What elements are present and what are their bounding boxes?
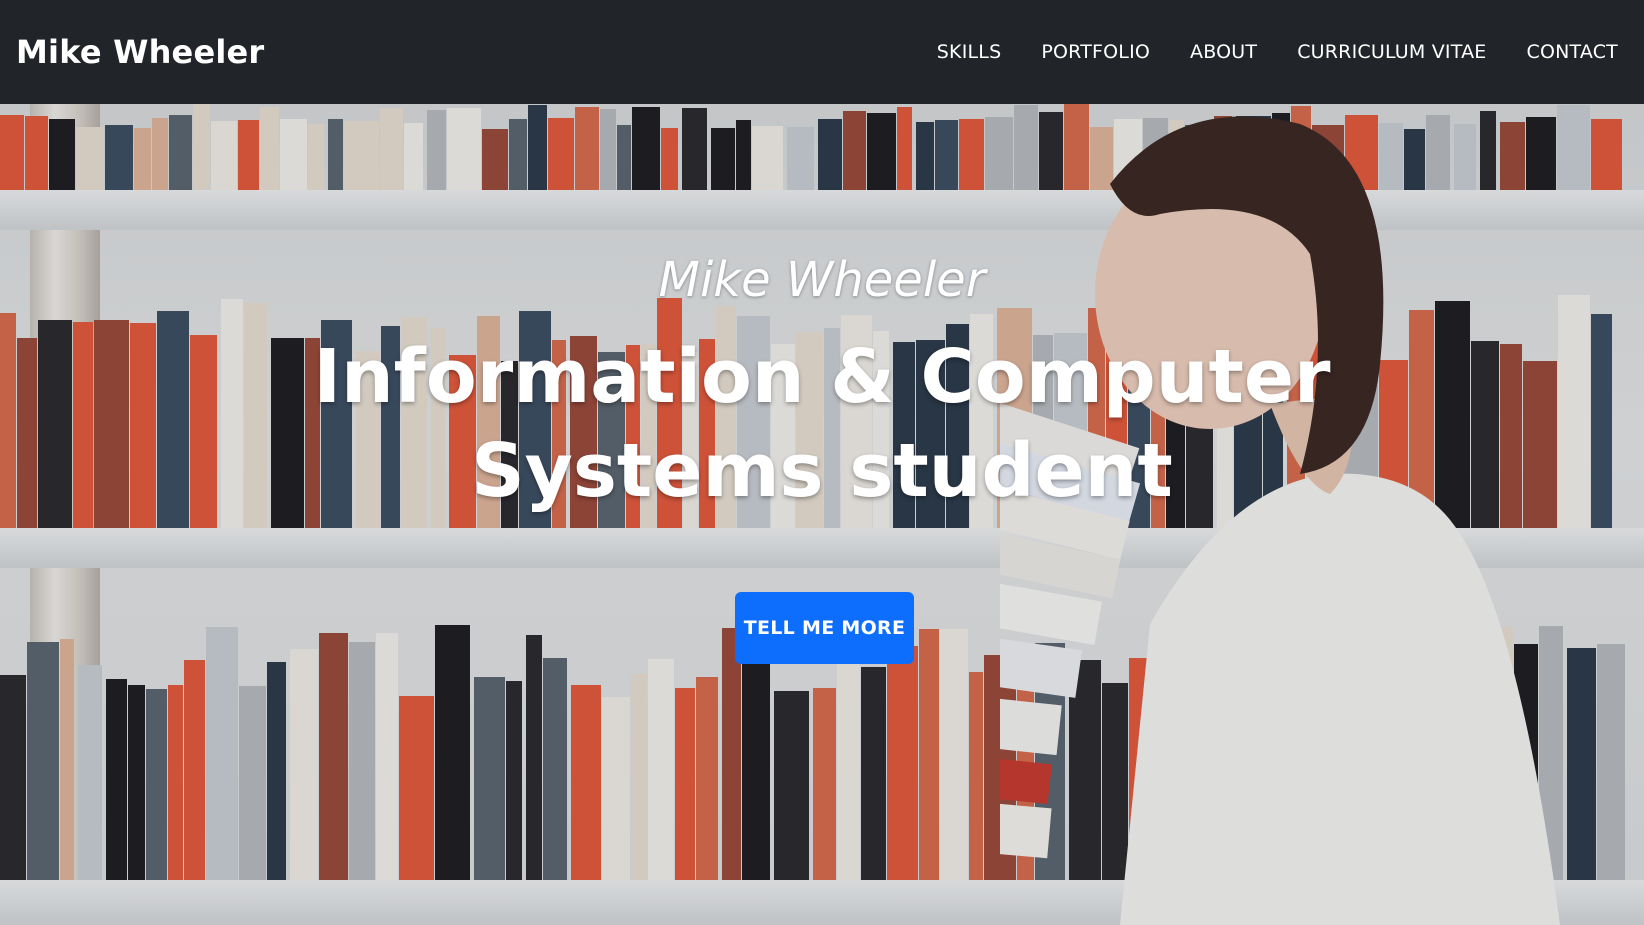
nav-link-skills[interactable]: SKILLS — [937, 41, 1002, 63]
nav-link-portfolio[interactable]: PORTFOLIO — [1041, 41, 1150, 63]
nav-link-curriculum-vitae[interactable]: CURRICULUM VITAE — [1297, 41, 1486, 63]
nav-link-contact[interactable]: CONTACT — [1526, 41, 1618, 63]
hero-content: Mike Wheeler Information & Computer Syst… — [0, 104, 1644, 925]
top-navbar: Mike Wheeler SKILLS PORTFOLIO ABOUT CURR… — [0, 0, 1644, 104]
hero-section: Mike Wheeler Information & Computer Syst… — [0, 104, 1644, 925]
brand-link[interactable]: Mike Wheeler — [16, 33, 264, 71]
hero-heading: Information & Computer Systems student — [313, 334, 1331, 514]
hero-subtitle: Mike Wheeler — [658, 252, 986, 308]
nav-links: SKILLS PORTFOLIO ABOUT CURRICULUM VITAE … — [897, 41, 1618, 63]
nav-link-about[interactable]: ABOUT — [1190, 41, 1257, 63]
tell-me-more-button[interactable]: TELL ME MORE — [735, 592, 914, 664]
